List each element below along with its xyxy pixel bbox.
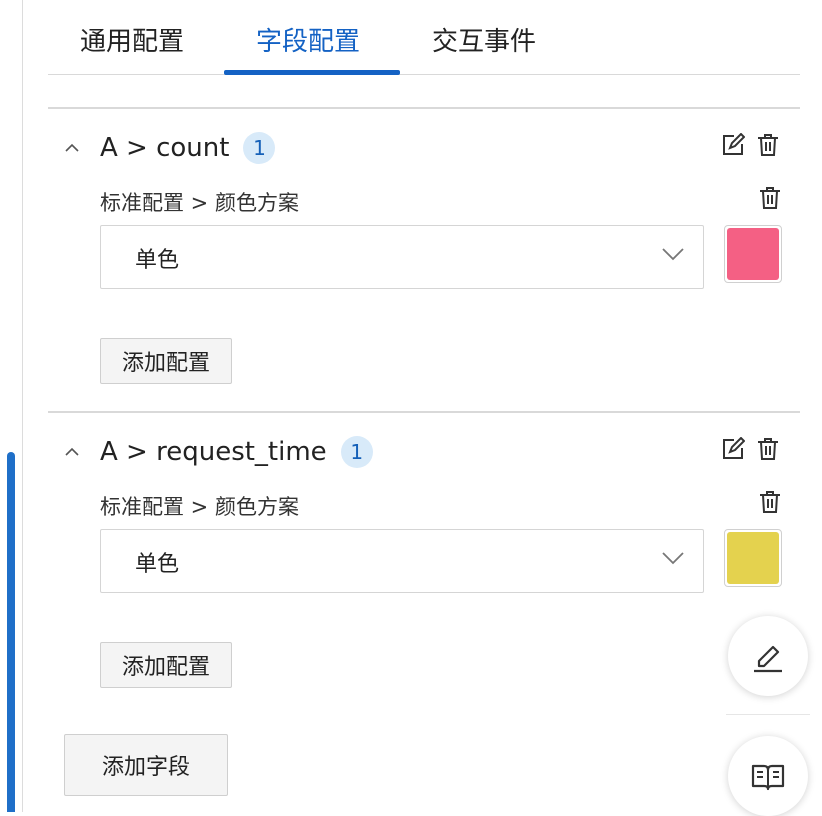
swatch-fill [727, 228, 779, 280]
field-title: A > request_time [100, 437, 327, 467]
edit-icon[interactable] [720, 436, 746, 462]
edit-fab-button[interactable] [728, 616, 808, 696]
trash-icon[interactable] [757, 489, 783, 515]
add-config-button[interactable]: 添加配置 [100, 642, 232, 688]
color-scheme-select[interactable]: 单色 [100, 529, 704, 593]
active-tab-indicator [224, 70, 400, 75]
scrollbar-thumb[interactable] [7, 452, 15, 812]
section-divider [48, 107, 800, 109]
sub-config-label: 标准配置 > 颜色方案 [100, 495, 299, 519]
fab-separator [726, 714, 810, 715]
tab-bar-border [48, 74, 800, 75]
trash-icon[interactable] [755, 132, 781, 158]
docs-fab-button[interactable] [728, 736, 808, 816]
pencil-icon [754, 645, 782, 673]
count-badge: 1 [340, 436, 373, 468]
chevron-up-icon[interactable] [62, 442, 82, 462]
select-value: 单色 [135, 552, 180, 577]
select-value: 单色 [135, 248, 180, 273]
color-scheme-select[interactable]: 单色 [100, 225, 704, 289]
panel-left-border [22, 0, 23, 812]
tab-interaction-events[interactable]: 交互事件 [432, 22, 536, 62]
trash-icon[interactable] [755, 436, 781, 462]
edit-icon[interactable] [720, 132, 746, 158]
field-header: A > count 1 [62, 128, 276, 168]
color-swatch[interactable] [724, 225, 782, 283]
sub-config-label: 标准配置 > 颜色方案 [100, 191, 299, 215]
chevron-down-icon [662, 552, 684, 565]
field-header: A > request_time 1 [62, 432, 373, 472]
tab-bar: 通用配置 字段配置 交互事件 [48, 0, 800, 76]
trash-icon[interactable] [757, 185, 783, 211]
count-badge: 1 [243, 132, 276, 164]
section-divider [48, 411, 800, 413]
color-swatch[interactable] [724, 529, 782, 587]
tab-field-config[interactable]: 字段配置 [256, 22, 360, 62]
swatch-fill [727, 532, 779, 584]
chevron-down-icon [662, 248, 684, 261]
add-field-button[interactable]: 添加字段 [64, 734, 228, 796]
add-config-button[interactable]: 添加配置 [100, 338, 232, 384]
book-icon [751, 764, 785, 791]
chevron-up-icon[interactable] [62, 138, 82, 158]
field-title: A > count [100, 133, 230, 163]
tab-general-config[interactable]: 通用配置 [80, 22, 184, 62]
